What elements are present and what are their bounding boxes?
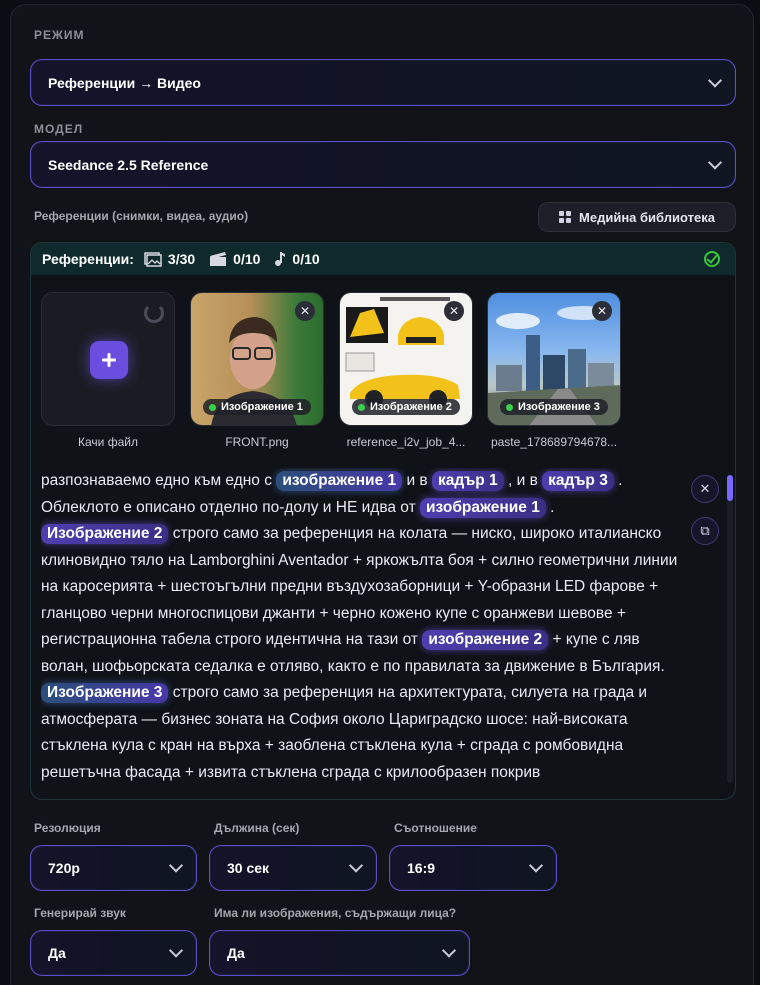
video-count: 0/10 bbox=[233, 251, 261, 267]
mention-chip[interactable]: изображение 1 bbox=[276, 471, 403, 491]
faces-select[interactable]: Да bbox=[209, 930, 470, 976]
duration-value: 30 сек bbox=[227, 860, 270, 876]
ratio-select[interactable]: 16:9 bbox=[389, 845, 557, 891]
mode-value: Референции → Видео bbox=[48, 74, 201, 91]
reference-filename-3: paste_178689794678... bbox=[490, 435, 618, 449]
references-title: Референции: bbox=[42, 251, 134, 267]
chevron-down-icon bbox=[707, 72, 723, 88]
reference-filename-2: reference_i2v_job_4... bbox=[346, 435, 466, 449]
ratio-label: Съотношение bbox=[394, 821, 477, 835]
mention-chip[interactable]: изображение 1 bbox=[420, 497, 546, 518]
model-value: Seedance 2.5 Reference bbox=[48, 156, 209, 173]
reference-tag-1: Изображение 1 bbox=[203, 399, 311, 415]
image-icon bbox=[144, 251, 162, 267]
chevron-down-icon bbox=[348, 858, 364, 873]
chevron-down-icon bbox=[441, 943, 457, 958]
scrollbar-thumb[interactable] bbox=[727, 475, 733, 501]
references-header: Референции: 3/30 0/10 0/10 bbox=[31, 243, 735, 275]
audio-count: 0/10 bbox=[292, 251, 320, 267]
reference-tag-3: Изображение 3 bbox=[500, 399, 608, 415]
model-label: МОДЕЛ bbox=[34, 122, 84, 136]
mention-chip[interactable]: кадър 1 bbox=[431, 471, 504, 491]
faces-value: Да bbox=[227, 945, 245, 961]
sound-select[interactable]: Да bbox=[30, 930, 197, 976]
check-circle-icon bbox=[704, 251, 720, 267]
close-icon[interactable]: ✕ bbox=[295, 301, 315, 321]
mention-chip[interactable]: Изображение 2 bbox=[41, 524, 169, 544]
copy-icon[interactable]: ⧉ bbox=[691, 517, 719, 545]
reference-image-2[interactable]: ✕ Изображение 2 bbox=[339, 292, 473, 426]
image-count: 3/30 bbox=[167, 251, 196, 267]
close-icon[interactable]: ✕ bbox=[444, 301, 464, 321]
refresh-icon[interactable] bbox=[144, 303, 164, 323]
chevron-down-icon bbox=[168, 943, 184, 958]
mode-label: РЕЖИМ bbox=[34, 28, 85, 42]
chevron-down-icon bbox=[168, 858, 184, 873]
status-dot-icon bbox=[209, 403, 216, 411]
scrollbar[interactable] bbox=[727, 475, 733, 783]
clapperboard-icon bbox=[210, 252, 227, 266]
reference-image-3[interactable]: ✕ Изображение 3 bbox=[487, 292, 621, 426]
status-dot-icon bbox=[358, 403, 365, 411]
reference-image-1[interactable]: ✕ Изображение 1 bbox=[190, 292, 324, 426]
chevron-down-icon bbox=[528, 858, 544, 873]
chevron-down-icon bbox=[707, 154, 723, 170]
media-library-label: Медийна библиотека bbox=[579, 209, 715, 225]
reference-filename-1: FRONT.png bbox=[225, 435, 289, 449]
mention-chip[interactable]: кадър 3 bbox=[542, 471, 614, 491]
resolution-select[interactable]: 720p bbox=[30, 845, 197, 891]
duration-select[interactable]: 30 сек bbox=[209, 845, 377, 891]
status-dot-icon bbox=[506, 403, 513, 411]
resolution-value: 720p bbox=[48, 860, 80, 876]
image-counter: 3/30 bbox=[144, 251, 195, 267]
grid-icon bbox=[559, 211, 572, 223]
faces-label: Има ли изображения, съдържащи лица? bbox=[214, 906, 457, 920]
text-fade bbox=[31, 451, 691, 473]
reference-tag-2: Изображение 2 bbox=[352, 399, 460, 415]
upload-tile[interactable] bbox=[41, 292, 175, 426]
plus-icon[interactable] bbox=[90, 341, 128, 379]
mention-chip[interactable]: изображение 2 bbox=[422, 630, 549, 650]
duration-label: Дължина (сек) bbox=[214, 821, 300, 835]
mode-select[interactable]: Референции → Видео bbox=[30, 59, 736, 106]
clear-button[interactable]: ✕ bbox=[691, 475, 719, 503]
mention-chip[interactable]: Изображение 3 bbox=[41, 683, 169, 703]
prompt-textarea[interactable]: разпознаваемо едно към едно с изображени… bbox=[41, 468, 681, 798]
references-box: Референции: 3/30 0/10 0/10 Качи файл ✕ И… bbox=[30, 242, 736, 800]
resolution-label: Резолюция bbox=[34, 821, 101, 835]
close-icon[interactable]: ✕ bbox=[592, 301, 612, 321]
video-counter: 0/10 bbox=[209, 251, 260, 267]
sound-value: Да bbox=[48, 945, 66, 961]
music-note-icon bbox=[275, 252, 286, 266]
references-label: Референции (снимки, видеа, аудио) bbox=[34, 209, 249, 223]
audio-counter: 0/10 bbox=[274, 251, 320, 267]
model-select[interactable]: Seedance 2.5 Reference bbox=[30, 141, 736, 188]
upload-label: Качи файл bbox=[78, 435, 138, 449]
sound-label: Генерирай звук bbox=[34, 906, 126, 920]
ratio-value: 16:9 bbox=[407, 860, 436, 876]
media-library-button[interactable]: Медийна библиотека bbox=[538, 202, 736, 232]
